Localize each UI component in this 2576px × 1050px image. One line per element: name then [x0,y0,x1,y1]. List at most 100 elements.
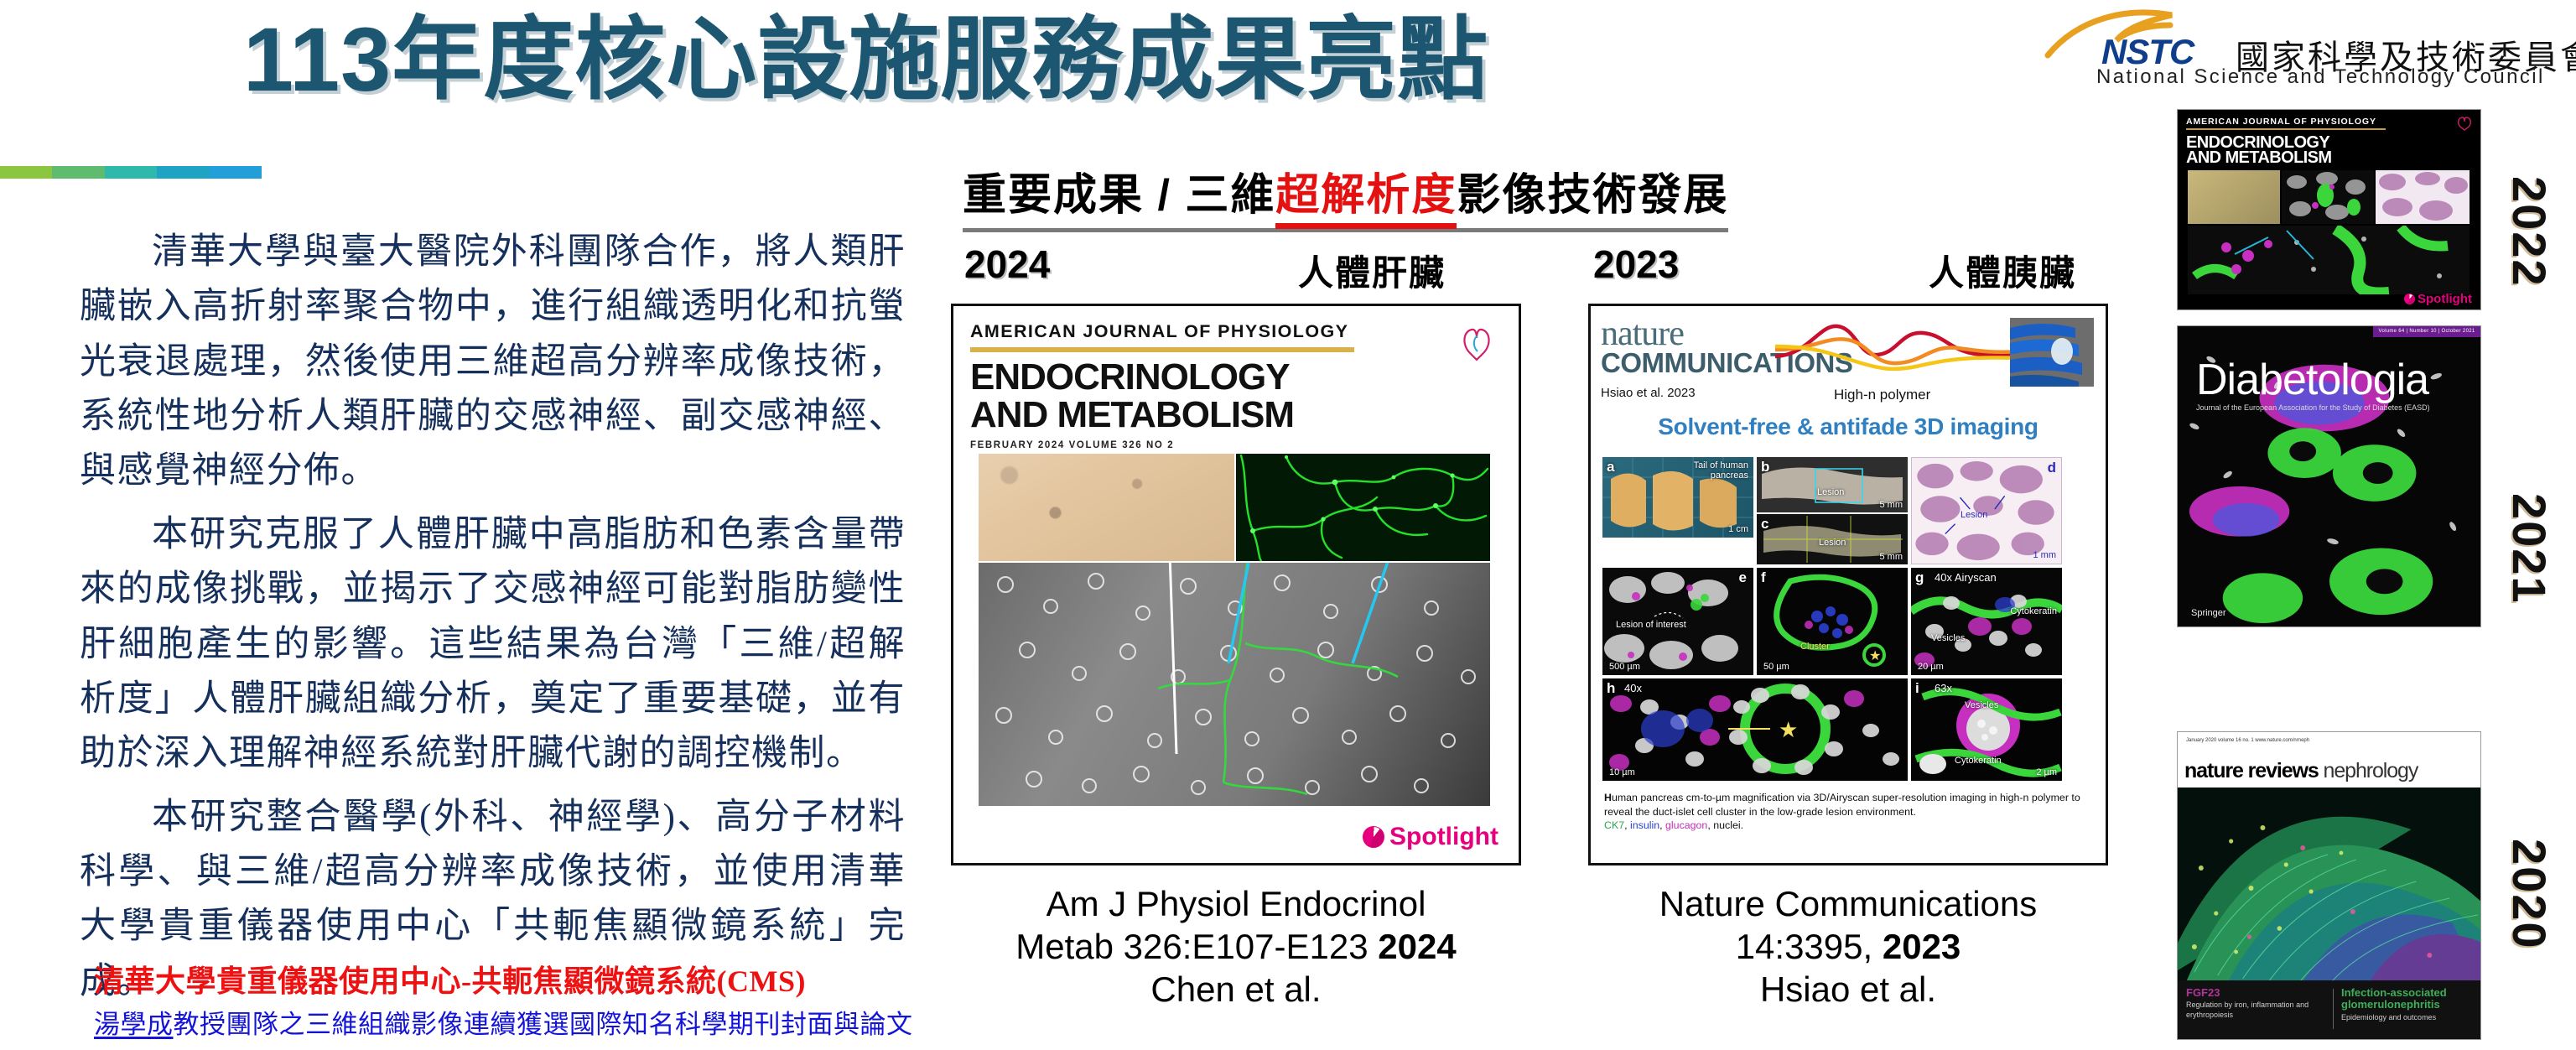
accent-segment-2 [52,166,105,179]
nrn-title-bold: nature reviews [2184,759,2319,782]
rail-2022-fluor-icon [2287,172,2366,220]
ajp-title-line1: ENDOCRINOLOGY [970,356,1291,398]
rail-cover-2021[interactable]: Volume 64 | Number 10 | October 2021 Dia… [2177,325,2481,627]
citation-2023-line1: Nature Communications [1659,884,2038,923]
nrn-title-light: nephrology [2323,759,2419,782]
natcomm-panel-f-tag: f [1761,569,1766,585]
rail-year-2020: 2020 [2503,839,2556,950]
svg-text:★: ★ [1869,649,1881,663]
highlight-year-2023: 2023 [1593,242,1680,286]
credit-team-line: 湯學成教授團隊之三維組織影像連續獲選國際知名科學期刊封面與論文 [94,1003,913,1041]
natcomm-panel-b: b Lesion 5 mm [1757,457,1908,512]
accent-bar [0,166,262,179]
nrn-footer-bar: FGF23 Regulation by iron, inflammation a… [2178,980,2480,1039]
nrn-footer-2-head: Infection-associated glomerulonephritis [2341,986,2447,1011]
natcomm-panel-i: i 63x Vesicles Cytokeratin 2 µm [1911,678,2062,781]
natcomm-panel-g-tag: g [1915,569,1924,585]
natcomm-panel-g: g 40x Airyscan Cytokeratin Vesicles 20 µ… [1911,568,2062,675]
citation-2024-ref: Metab 326:E107-E123 [1015,927,1379,967]
natcomm-panel-d: d Lesion 1 mm [1911,457,2062,564]
accent-segment-3 [104,166,158,179]
natcomm-polymer-photo [2010,318,2094,387]
citation-2024: Am J Physiol Endocrinol Metab 326:E107-E… [951,882,1521,1011]
nstc-logo: NSTC 國家科學及技術委員會 National Science and Tec… [2044,3,2576,88]
rail-2022-spotlight-dot-icon [2404,294,2416,304]
natcomm-panel-d-tag: d [2047,460,2056,476]
ajp-figure-nerve-green [1236,454,1490,561]
natcomm-panel-d-scale: 1 mm [2033,550,2057,560]
credit-team-rest: 教授團隊之三維組織影像連續獲選國際知名科學期刊封面與論文 [173,1010,913,1039]
spotlight-badge: Spotlight [1363,823,1498,851]
section-header-post: 影像技術發展 [1457,171,1729,220]
natcomm-caption-ck7: CK7 [1604,819,1625,832]
nrn-title: nature reviews nephrology [2184,759,2418,783]
natcomm-panel-i-note: 63x [1935,682,1952,694]
nrn-footer-divider [2333,989,2334,1029]
natcomm-panel-e-note: Lesion of interest [1616,620,1686,630]
ajp-title-line2: AND METABOLISM [970,393,1295,435]
gloved-hand-icon [2010,318,2094,387]
natcomm-caption-insulin: insulin [1630,819,1660,832]
citation-2023-year: 2023 [1882,927,1961,967]
nrn-footer-item-2[interactable]: Infection-associated glomerulonephritis … [2341,986,2480,1022]
natcomm-panel-g-note: 40x Airyscan [1935,571,1997,584]
natcomm-panel-a-scale: 1 cm [1728,524,1748,534]
duct-ring-40x-icon: ★ [1609,684,1899,775]
natcomm-polymer-label: High-n polymer [1834,387,1931,403]
ajp-kicker: AMERICAN JOURNAL OF PHYSIOLOGY [970,321,1349,341]
natcomm-panel-i-label-1: Vesicles [1965,700,1999,710]
natcomm-panel-f: ★ f Cluster 50 µm [1757,568,1908,675]
natcomm-caption-text: uman pancreas cm-to-µm magnification via… [1604,792,2080,818]
natcomm-caption-nuclei: nuclei. [1713,819,1744,832]
rail-2022-histology-icon [2379,172,2468,221]
page-title: 113年度核心設施服務成果亮點 [243,8,1489,110]
journal-cover-natcomm-2023[interactable]: nature COMMUNICATIONS Hsiao et al. 2023 [1588,304,2108,865]
natcomm-panel-b-scale: 5 mm [1879,500,1903,510]
natcomm-panel-c-note: Lesion [1819,538,1846,548]
rail-2022-kicker: AMERICAN JOURNAL OF PHYSIOLOGY [2186,117,2376,127]
citation-2024-year: 2024 [1378,927,1457,967]
citation-2023: Nature Communications 14:3395, 2023 Hsia… [1588,882,2108,1011]
natcomm-panel-g-scale: 20 µm [1918,662,1944,672]
accent-segment-4 [157,166,210,179]
aps-society-seal-icon [1463,328,1490,361]
credit-facility-line: 清華大學貴重儀器使用中心-共軛焦顯微鏡系統(CMS) [94,964,806,998]
rail-cover-2022[interactable]: AMERICAN JOURNAL OF PHYSIOLOGY ENDOCRINO… [2177,109,2481,310]
natcomm-panel-c: c Lesion 5 mm [1757,514,1908,564]
natcomm-figure-grid: a Tail of human pancreas 1 cm b Lesion 5… [1602,457,2096,784]
highlight-year-2024: 2024 [964,242,1051,286]
nrn-footer-item-1[interactable]: FGF23 Regulation by iron, inflammation a… [2186,986,2320,1020]
natcomm-tagline: Solvent-free & antifade 3D imaging [1658,413,2038,440]
natcomm-wave-icon [1775,324,2018,372]
rail-2022-title-2: AND METABOLISM [2186,148,2332,167]
citation-2023-ref: 14:3395, [1735,927,1883,967]
rail-2022-airyscan-icon [2192,226,2449,294]
natcomm-panel-e-scale: 500 µm [1609,662,1640,672]
accent-segment-5 [209,166,262,179]
natcomm-panel-h-tag: h [1607,680,1616,696]
narrative-body: 清華大學與臺大醫院外科團隊合作，將人類肝臟嵌入高折射率聚合物中，進行組織透明化和… [80,225,906,1017]
diabetologia-subtitle: Journal of the European Association for … [2196,403,2430,412]
diabetologia-issue-text: Volume 64 | Number 10 | October 2021 [2378,329,2475,334]
natcomm-panel-i-label-2: Cytokeratin [1955,756,2002,766]
diabetologia-publisher: Springer [2191,608,2226,618]
nerve-network-icon [1239,454,1489,561]
natcomm-panel-e: e Lesion of interest 500 µm [1602,568,1753,675]
ajp-figure-tissue-grey [979,563,1490,806]
natcomm-caption-dropcap: H [1604,792,1612,803]
nrn-masthead: January 2020 volume 16 no. 1 www.nature.… [2178,732,2480,788]
rail-cover-2020[interactable]: January 2020 volume 16 no. 1 www.nature.… [2177,731,2481,1040]
ajp-rule [970,347,1354,352]
natcomm-panel-a-tag: a [1607,459,1615,475]
ajp-figure-gross-liver [979,454,1234,561]
diabetologia-title: Diabetologia [2196,356,2429,404]
journal-cover-ajp-2024[interactable]: AMERICAN JOURNAL OF PHYSIOLOGY ENDOCRINO… [951,304,1521,865]
airyscan-40x-icon [1911,595,2062,668]
citation-2023-line2: 14:3395, 2023 [1588,925,2108,968]
natcomm-panel-c-tag: c [1761,516,1769,532]
natcomm-panel-h-scale: 10 µm [1609,767,1635,777]
natcomm-panel-h: ★ h 40x 10 µm [1602,678,1908,781]
natcomm-panel-i-scale: 2 µm [2036,767,2057,777]
aps-seal-small-icon [2458,117,2471,131]
section-header-highlight: 超解析度 [1275,171,1457,229]
